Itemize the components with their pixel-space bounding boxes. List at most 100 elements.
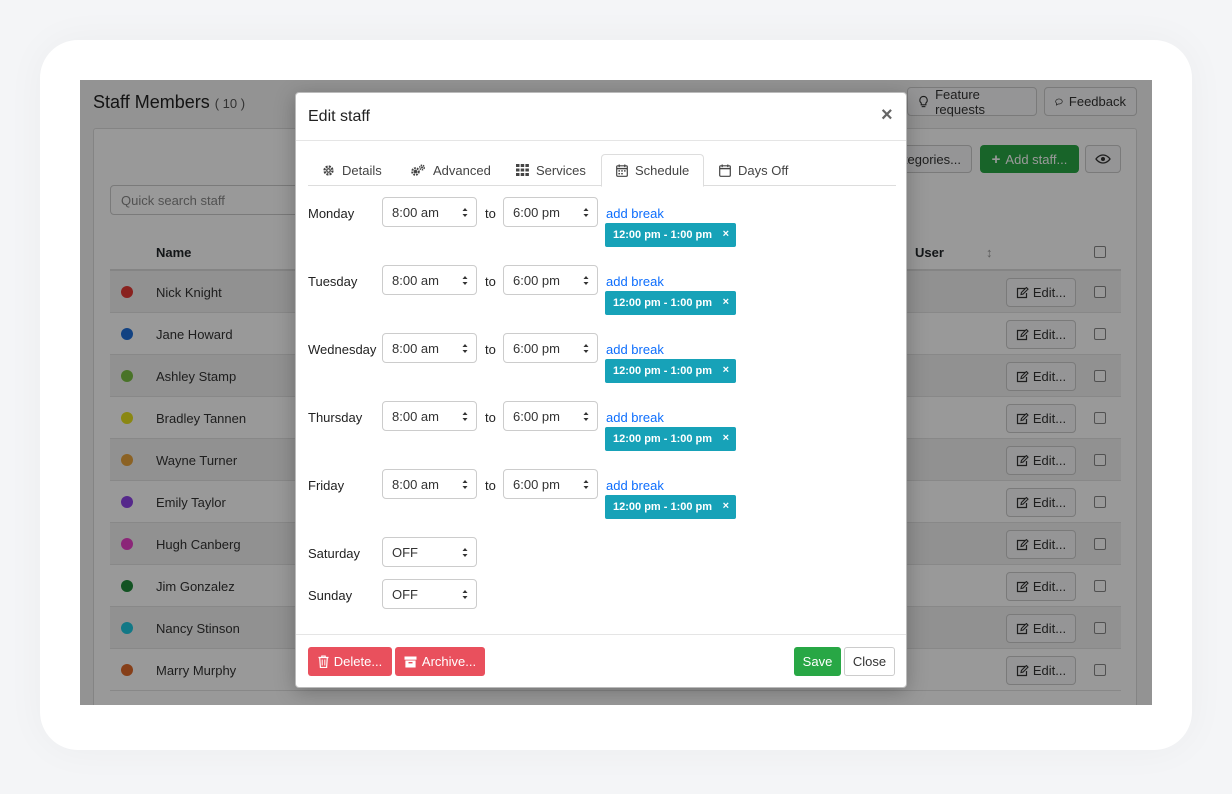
end-time-value: 6:00 pm: [513, 409, 560, 424]
select-caret-icon: [462, 412, 468, 421]
start-time-value: 8:00 am: [392, 477, 439, 492]
remove-break-icon[interactable]: ×: [723, 296, 729, 308]
to-label: to: [485, 342, 496, 357]
end-time-select[interactable]: 6:00 pm: [503, 401, 598, 431]
save-button[interactable]: Save: [794, 647, 841, 676]
to-label: to: [485, 478, 496, 493]
delete-label: Delete...: [333, 654, 383, 669]
add-break-link[interactable]: add break: [606, 410, 664, 425]
remove-break-icon[interactable]: ×: [723, 364, 729, 376]
select-caret-icon: [462, 276, 468, 285]
start-time-select[interactable]: 8:00 am: [382, 265, 477, 295]
add-break-link[interactable]: add break: [606, 478, 664, 493]
schedule-row-thursday: Thursday 8:00 am to 6:00 pm add break 12:00 p…: [308, 397, 896, 457]
add-break-link[interactable]: add break: [606, 206, 664, 221]
to-label: to: [485, 274, 496, 289]
day-label: Monday: [308, 206, 355, 221]
calendar-icon: [616, 164, 628, 177]
start-time-value: 8:00 am: [392, 341, 439, 356]
add-break-link[interactable]: add break: [606, 342, 664, 357]
remove-break-icon[interactable]: ×: [723, 500, 729, 512]
to-label: to: [485, 206, 496, 221]
break-time: 12:00 pm - 1:00 pm: [613, 433, 713, 445]
day-label: Wednesday: [308, 342, 377, 357]
select-caret-icon: [583, 480, 589, 489]
select-caret-icon: [583, 344, 589, 353]
select-caret-icon: [583, 412, 589, 421]
end-time-value: 6:00 pm: [513, 273, 560, 288]
break-badge[interactable]: 12:00 pm - 1:00 pm ×: [605, 291, 736, 315]
remove-break-icon[interactable]: ×: [723, 432, 729, 444]
close-icon[interactable]: ×: [881, 105, 893, 125]
start-time-select[interactable]: 8:00 am: [382, 333, 477, 363]
tab-advanced-label: Advanced: [433, 162, 491, 178]
start-time-select[interactable]: OFF: [382, 537, 477, 567]
day-label: Sunday: [308, 588, 353, 603]
select-caret-icon: [583, 208, 589, 217]
calendar-blank-icon: [719, 164, 731, 177]
add-break-link[interactable]: add break: [606, 274, 664, 289]
modal-title: Edit staff: [308, 108, 370, 125]
end-time-value: 6:00 pm: [513, 205, 560, 220]
archive-icon: [404, 656, 417, 667]
tab-days-off[interactable]: Days Off: [705, 154, 802, 186]
schedule-row-sunday: Sunday OFF: [308, 575, 896, 635]
gear-icon: [323, 164, 334, 176]
start-time-value: 8:00 am: [392, 205, 439, 220]
start-time-value: OFF: [392, 545, 418, 560]
break-badge[interactable]: 12:00 pm - 1:00 pm ×: [605, 359, 736, 383]
day-label: Friday: [308, 478, 345, 493]
select-caret-icon: [462, 208, 468, 217]
break-badge[interactable]: 12:00 pm - 1:00 pm ×: [605, 495, 736, 519]
select-caret-icon: [462, 344, 468, 353]
end-time-value: 6:00 pm: [513, 477, 560, 492]
day-label: Tuesday: [308, 274, 358, 289]
tab-schedule-label: Schedule: [635, 163, 690, 178]
schedule-row-wednesday: Wednesday 8:00 am to 6:00 pm add break 12:00 …: [308, 329, 896, 389]
grid-icon: [516, 164, 529, 176]
schedule-row-tuesday: Tuesday 8:00 am to 6:00 pm add break 12:00 pm…: [308, 261, 896, 321]
end-time-select[interactable]: 6:00 pm: [503, 197, 598, 227]
end-time-select[interactable]: 6:00 pm: [503, 333, 598, 363]
select-caret-icon: [462, 548, 468, 557]
start-time-value: 8:00 am: [392, 273, 439, 288]
tab-details[interactable]: Details: [308, 154, 396, 186]
end-time-value: 6:00 pm: [513, 341, 560, 356]
tab-services[interactable]: Services: [502, 154, 600, 186]
tab-schedule[interactable]: Schedule: [601, 154, 705, 187]
start-time-select[interactable]: 8:00 am: [382, 197, 477, 227]
start-time-value: OFF: [392, 587, 418, 602]
modal-header: Edit staff ×: [296, 93, 906, 141]
start-time-select[interactable]: 8:00 am: [382, 469, 477, 499]
tab-bar: Details Advanced Services Schedule Days …: [308, 154, 896, 187]
start-time-value: 8:00 am: [392, 409, 439, 424]
break-time: 12:00 pm - 1:00 pm: [613, 365, 713, 377]
trash-icon: [318, 655, 329, 668]
select-caret-icon: [462, 590, 468, 599]
start-time-select[interactable]: 8:00 am: [382, 401, 477, 431]
end-time-select[interactable]: 6:00 pm: [503, 265, 598, 295]
end-time-select[interactable]: 6:00 pm: [503, 469, 598, 499]
to-label: to: [485, 410, 496, 425]
close-button[interactable]: Close: [844, 647, 895, 676]
delete-button[interactable]: Delete...: [308, 647, 392, 676]
edit-staff-modal: Edit staff × Details Advanced Services S…: [295, 92, 907, 688]
break-badge[interactable]: 12:00 pm - 1:00 pm ×: [605, 223, 736, 247]
gears-icon: [411, 163, 426, 176]
archive-label: Archive...: [421, 654, 477, 669]
schedule-row-monday: Monday 8:00 am to 6:00 pm add break 12:00 pm …: [308, 193, 896, 253]
break-badge[interactable]: 12:00 pm - 1:00 pm ×: [605, 427, 736, 451]
start-time-select[interactable]: OFF: [382, 579, 477, 609]
archive-button[interactable]: Archive...: [395, 647, 485, 676]
tab-days-off-label: Days Off: [738, 162, 789, 178]
day-label: Thursday: [308, 410, 363, 425]
remove-break-icon[interactable]: ×: [723, 228, 729, 240]
app-window: Staff Members ( 10 ) Feature requests Fe…: [80, 80, 1152, 705]
select-caret-icon: [583, 276, 589, 285]
schedule-row-friday: Friday 8:00 am to 6:00 pm add break 12:00 pm …: [308, 465, 896, 525]
break-time: 12:00 pm - 1:00 pm: [613, 297, 713, 309]
tab-details-label: Details: [342, 162, 382, 178]
tab-advanced[interactable]: Advanced: [396, 154, 505, 186]
select-caret-icon: [462, 480, 468, 489]
tab-services-label: Services: [536, 162, 586, 178]
